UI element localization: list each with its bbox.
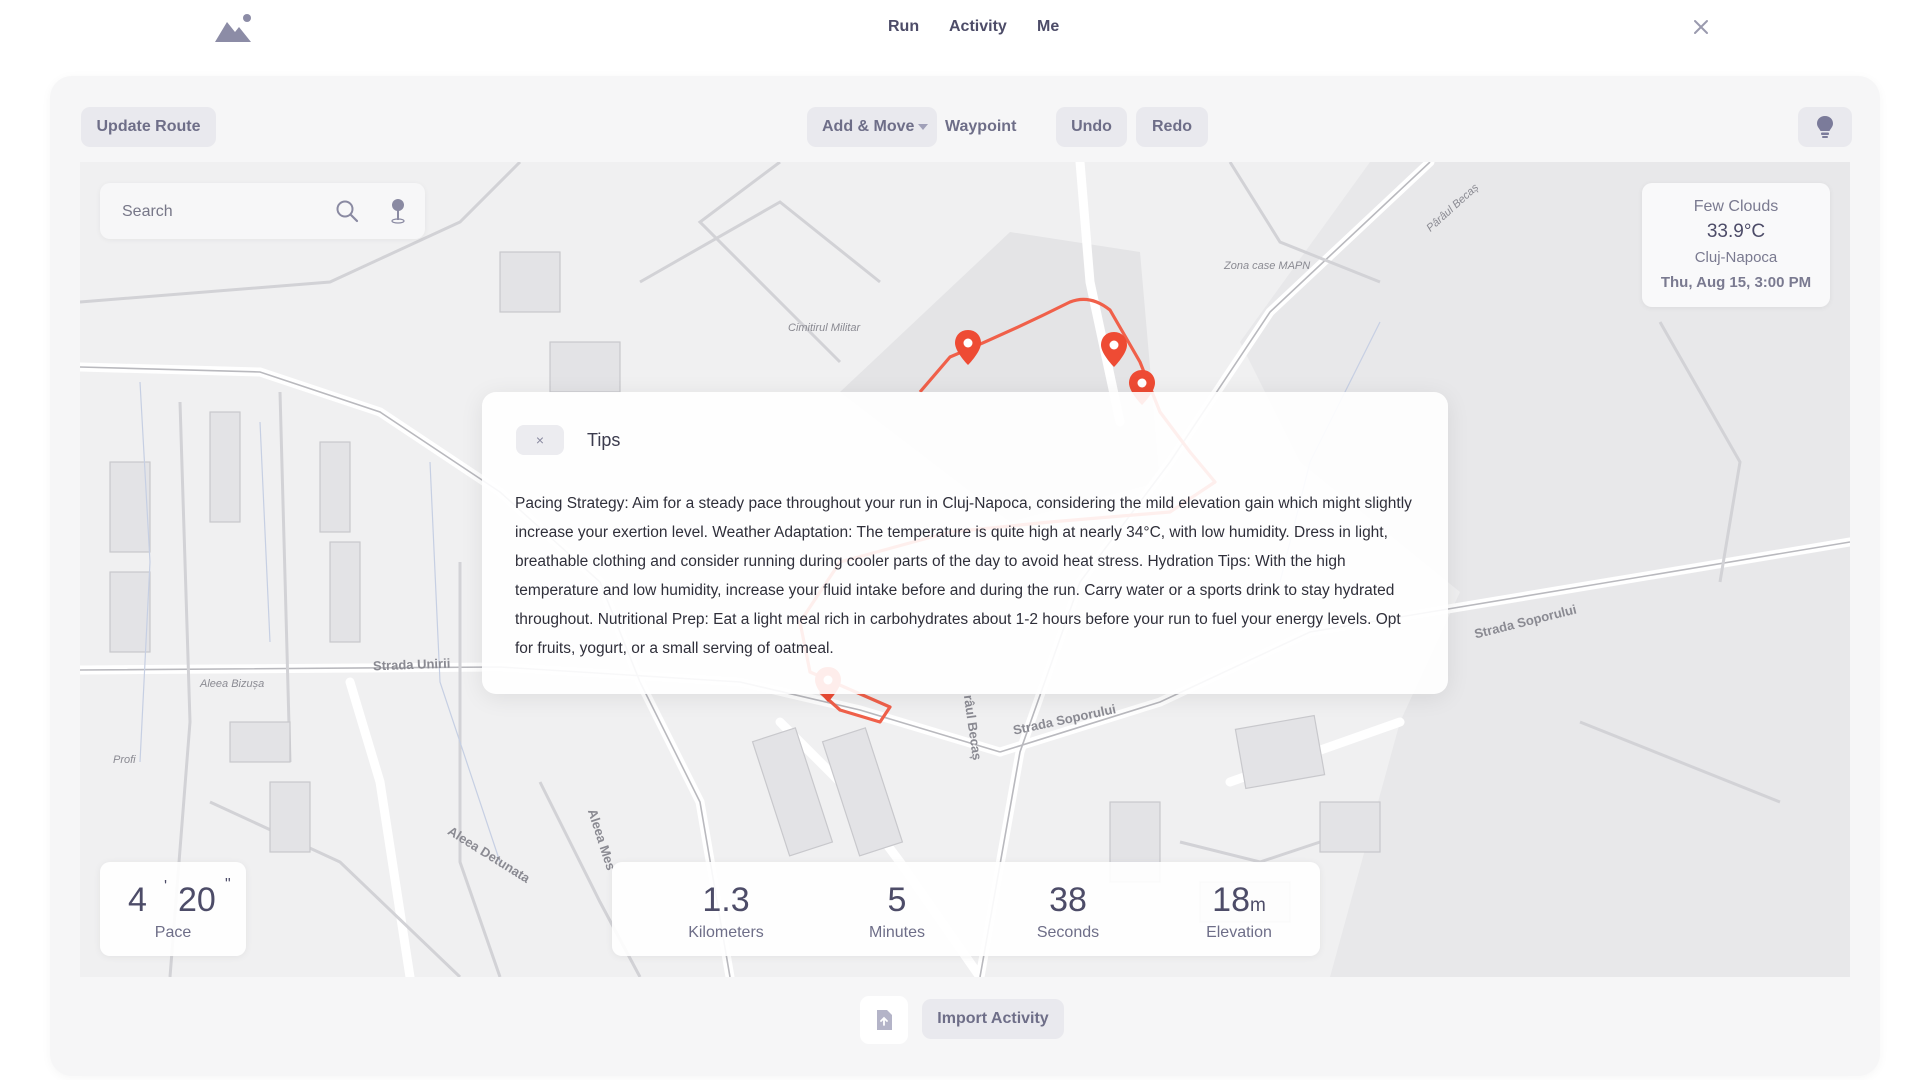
tips-dialog: × Tips Pacing Strategy: Aim for a steady… (482, 392, 1448, 694)
redo-button[interactable]: Redo (1136, 107, 1208, 147)
file-upload-icon (877, 1010, 892, 1030)
weather-condition: Few Clouds (1693, 198, 1779, 215)
map-marker-icon (1101, 332, 1127, 367)
import-activity-button[interactable]: Import Activity (922, 999, 1064, 1039)
weather-datetime: Thu, Aug 15, 3:00 PM (1660, 274, 1812, 291)
stat-distance-value: 1.3 (702, 881, 750, 919)
stat-minutes-value: 5 (887, 881, 907, 919)
stat-elevation-label: Elevation (1206, 924, 1272, 941)
stats-card: 1.3 Kilometers 5 Minutes 38 Seconds 18m … (612, 862, 1320, 956)
stat-elevation-value: 18 (1212, 881, 1250, 919)
undo-button[interactable]: Undo (1056, 107, 1127, 147)
stat-elevation: 18m Elevation (1159, 880, 1319, 942)
mountain-icon[interactable] (213, 12, 253, 44)
mode-dropdown-label: Add & Move (822, 118, 915, 135)
nav-activity[interactable]: Activity (949, 18, 1007, 36)
tips-toggle-button[interactable] (1798, 107, 1852, 147)
pace-minutes: 4 (128, 881, 147, 919)
search-input[interactable] (120, 200, 324, 224)
tips-body: Pacing Strategy: Aim for a steady pace t… (515, 495, 1412, 657)
weather-city: Cluj-Napoca (1694, 249, 1778, 266)
weather-card: Few Clouds 33.9°C Cluj-Napoca Thu, Aug 1… (1642, 183, 1830, 307)
close-icon[interactable] (1690, 16, 1712, 38)
stat-minutes: 5 Minutes (817, 880, 977, 942)
pace-seconds: 20 (178, 881, 216, 919)
lightbulb-icon (1817, 116, 1833, 138)
file-upload-button[interactable] (860, 996, 908, 1044)
stat-elevation-unit: m (1250, 895, 1266, 916)
pace-minute-mark: ' (164, 878, 168, 895)
weather-temperature: 33.9°C (1706, 221, 1766, 242)
nav-me[interactable]: Me (1037, 18, 1059, 36)
update-route-button[interactable]: Update Route (81, 107, 216, 147)
mode-dropdown[interactable]: Add & Move (807, 107, 937, 147)
search-box[interactable] (100, 183, 425, 239)
stat-seconds-label: Seconds (1036, 924, 1100, 941)
pace-label: Pace (154, 924, 192, 941)
map-marker-icon (955, 330, 981, 365)
caret-down-icon (918, 124, 929, 130)
stat-seconds: 38 Seconds (988, 880, 1148, 942)
pace-card: 4 ' 20 " Pace (100, 862, 246, 956)
tips-close-button[interactable]: × (516, 425, 564, 455)
top-bar: Run Activity Me (0, 0, 1920, 56)
stat-distance-label: Kilometers (688, 924, 764, 941)
pace-second-mark: " (225, 876, 231, 893)
nav-run[interactable]: Run (888, 18, 919, 36)
location-pin-icon[interactable] (390, 198, 406, 224)
stat-seconds-value: 38 (1049, 881, 1087, 919)
search-icon[interactable] (335, 199, 359, 223)
stat-minutes-label: Minutes (868, 924, 926, 941)
tips-title: Tips (587, 430, 621, 450)
waypoint-label[interactable]: Waypoint (945, 118, 1016, 136)
stat-distance: 1.3 Kilometers (646, 880, 806, 942)
